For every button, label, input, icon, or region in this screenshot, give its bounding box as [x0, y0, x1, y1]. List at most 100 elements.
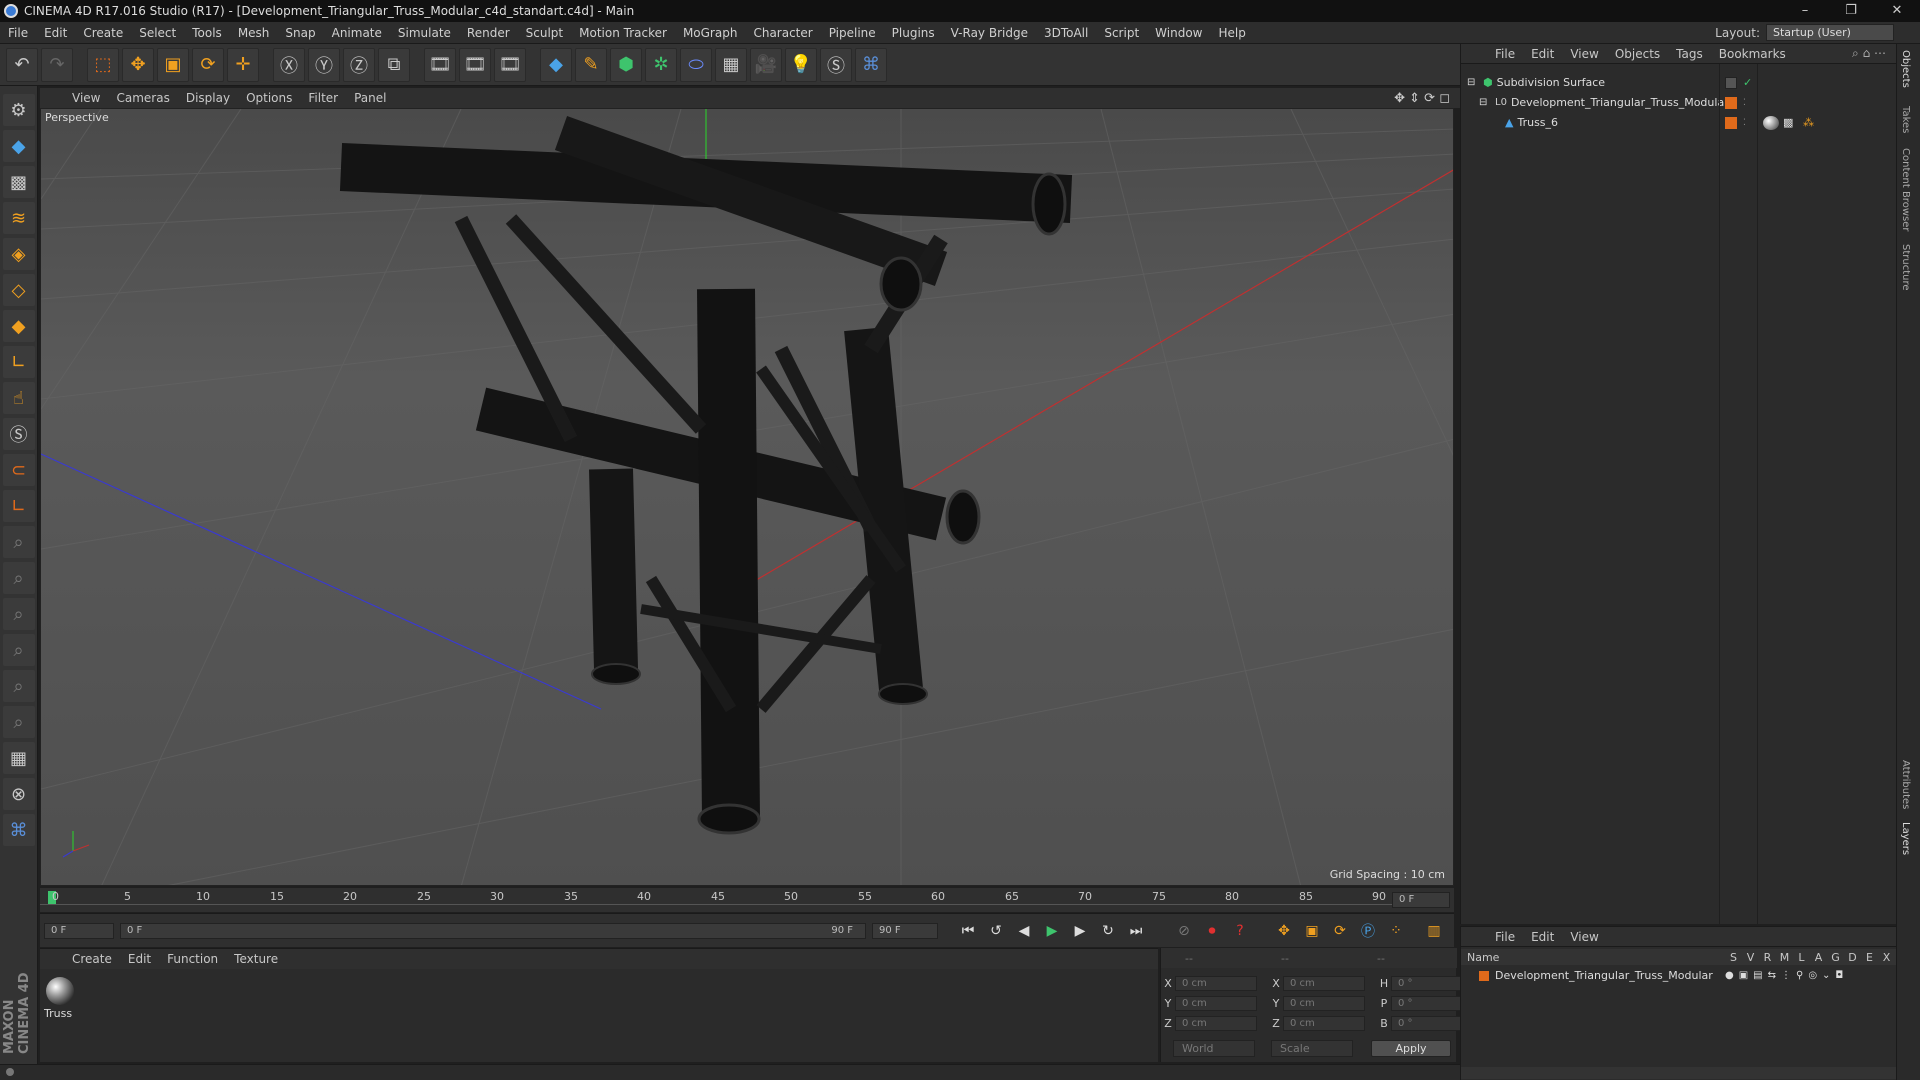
- object-row-subdivision-surface[interactable]: ⊟ ⬢ Subdivision Surface ✓: [1461, 74, 1897, 91]
- snap-icon[interactable]: Ⓢ: [2, 418, 35, 450]
- brush-4-icon[interactable]: ⌕: [2, 634, 35, 666]
- viewport-navigation-icons[interactable]: ✥ ⇕ ⟳ ◻: [1394, 91, 1450, 106]
- undo-icon[interactable]: ↶: [6, 47, 38, 82]
- lock-workplane-icon[interactable]: ⊗: [2, 778, 35, 810]
- rotate-icon[interactable]: ⟳: [192, 47, 224, 82]
- visibility-dots-icon[interactable]: ⁚: [1743, 118, 1746, 128]
- edges-mode-icon[interactable]: ◇: [2, 274, 35, 306]
- object-menu-edit[interactable]: Edit: [1523, 47, 1562, 61]
- subdivision-icon[interactable]: ⬢: [610, 47, 642, 82]
- layer-color-icon[interactable]: [1479, 970, 1489, 981]
- menu-edit[interactable]: Edit: [36, 26, 75, 40]
- camera-icon[interactable]: 🎥: [750, 47, 782, 82]
- end-frame-field[interactable]: 90 F: [872, 922, 938, 939]
- object-menu-file[interactable]: File: [1487, 47, 1523, 61]
- next-frame-icon[interactable]: ▶: [1069, 920, 1091, 942]
- brush-2-icon[interactable]: ⌕: [2, 562, 35, 594]
- close-button[interactable]: ✕: [1874, 0, 1920, 22]
- position-x-field[interactable]: 0 cm: [1175, 975, 1257, 991]
- apply-button[interactable]: Apply: [1371, 1040, 1451, 1057]
- y-axis-icon[interactable]: Ⓨ: [308, 47, 340, 82]
- cube-icon[interactable]: ◆: [540, 47, 572, 82]
- tab-objects[interactable]: Objects: [1900, 50, 1911, 88]
- key-position-icon[interactable]: ✥: [1273, 920, 1295, 942]
- collapse-icon[interactable]: ⊟: [1467, 77, 1479, 88]
- timeline-ruler[interactable]: 0 5 10 15 20 25 30 35 40 45 50 55 60 65 …: [40, 888, 1454, 912]
- go-to-start-icon[interactable]: ⏮: [957, 920, 979, 942]
- menu-simulate[interactable]: Simulate: [390, 26, 459, 40]
- object-row-truss-null[interactable]: ⊟ L0 Development_Triangular_Truss_Modula…: [1461, 94, 1897, 111]
- material-menu-create[interactable]: Create: [64, 952, 120, 966]
- light-icon[interactable]: 💡: [785, 47, 817, 82]
- layer-row[interactable]: Development_Triangular_Truss_Modular ●▣▤…: [1461, 967, 1897, 984]
- tab-takes[interactable]: Takes: [1900, 106, 1911, 133]
- frame-range-slider[interactable]: 0 F 90 F: [120, 922, 866, 939]
- collapse-icon[interactable]: ⊟: [1479, 97, 1491, 108]
- menu-plugins[interactable]: Plugins: [884, 26, 943, 40]
- render-picture-viewer-icon[interactable]: 🎞: [459, 47, 491, 82]
- menu-render[interactable]: Render: [459, 26, 518, 40]
- tweak-icon[interactable]: ☝: [2, 382, 35, 414]
- floor-icon[interactable]: ▦: [715, 47, 747, 82]
- object-name[interactable]: Subdivision Surface: [1497, 76, 1605, 89]
- object-name[interactable]: Development_Triangular_Truss_Modular: [1511, 96, 1729, 109]
- coordinate-system-icon[interactable]: ⧉: [378, 47, 410, 82]
- polygons-mode-icon[interactable]: ◆: [2, 310, 35, 342]
- redo-icon[interactable]: ↷: [41, 47, 73, 82]
- menu-script[interactable]: Script: [1096, 26, 1147, 40]
- tab-content-browser[interactable]: Content Browser: [1900, 148, 1911, 231]
- enabled-check-icon[interactable]: ✓: [1743, 76, 1752, 89]
- layer-menu-file[interactable]: File: [1487, 930, 1523, 944]
- texture-mode-icon[interactable]: ▩: [2, 166, 35, 198]
- next-key-icon[interactable]: ↻: [1097, 920, 1119, 942]
- key-parameter-icon[interactable]: Ⓟ: [1357, 920, 1379, 942]
- material-menu-edit[interactable]: Edit: [120, 952, 159, 966]
- object-menu-objects[interactable]: Objects: [1607, 47, 1668, 61]
- previous-key-icon[interactable]: ↺: [985, 920, 1007, 942]
- workplane-axis-icon[interactable]: ∟: [2, 490, 35, 522]
- minimize-button[interactable]: –: [1782, 0, 1828, 22]
- layer-toggle-icons[interactable]: ●▣▤⇆⋮⚲◎⌄◘: [1725, 970, 1848, 981]
- menu-window[interactable]: Window: [1147, 26, 1210, 40]
- python-icon[interactable]: ⌘: [855, 47, 887, 82]
- object-name[interactable]: Truss_6: [1517, 116, 1558, 129]
- viewport-menu-cameras[interactable]: Cameras: [108, 91, 177, 105]
- viewport-menu-filter[interactable]: Filter: [300, 91, 346, 105]
- material-name[interactable]: Truss: [44, 1007, 72, 1020]
- move-icon[interactable]: ✥: [122, 47, 154, 82]
- size-z-field[interactable]: 0 cm: [1283, 1015, 1365, 1031]
- layer-menu-edit[interactable]: Edit: [1523, 930, 1562, 944]
- brush-5-icon[interactable]: ⌕: [2, 670, 35, 702]
- menu-mograph[interactable]: MoGraph: [675, 26, 746, 40]
- menu-character[interactable]: Character: [745, 26, 820, 40]
- go-to-end-icon[interactable]: ⏭: [1125, 920, 1147, 942]
- menu-file[interactable]: File: [0, 26, 36, 40]
- menu-vray-bridge[interactable]: V-Ray Bridge: [943, 26, 1036, 40]
- layer-name[interactable]: Development_Triangular_Truss_Modular: [1495, 969, 1713, 982]
- start-frame-field[interactable]: 0 F: [44, 922, 114, 939]
- live-selection-icon[interactable]: ⬚: [87, 47, 119, 82]
- menu-snap[interactable]: Snap: [277, 26, 323, 40]
- python-script-icon[interactable]: ⌘: [2, 814, 35, 846]
- layout-select[interactable]: Startup (User): [1766, 24, 1894, 41]
- model-mode-icon[interactable]: ◆: [2, 130, 35, 162]
- object-menu-view[interactable]: View: [1562, 47, 1606, 61]
- deformer-icon[interactable]: ⬭: [680, 47, 712, 82]
- viewport-menu-display[interactable]: Display: [178, 91, 238, 105]
- material-preview-ball[interactable]: [46, 977, 74, 1005]
- viewport-camera-label[interactable]: Perspective: [45, 111, 109, 124]
- vray-icon[interactable]: Ⓢ: [820, 47, 852, 82]
- z-axis-icon[interactable]: Ⓩ: [343, 47, 375, 82]
- scale-mode-select[interactable]: Scale: [1271, 1040, 1353, 1057]
- render-settings-icon[interactable]: 🎞: [494, 47, 526, 82]
- tab-structure[interactable]: Structure: [1900, 244, 1911, 291]
- object-menu-tags[interactable]: Tags: [1668, 47, 1711, 61]
- material-tag-icon[interactable]: [1763, 115, 1779, 130]
- render-view-icon[interactable]: 🎞: [424, 47, 456, 82]
- x-axis-icon[interactable]: Ⓧ: [273, 47, 305, 82]
- tab-attributes[interactable]: Attributes: [1900, 760, 1911, 809]
- workplane-icon[interactable]: ≋: [2, 202, 35, 234]
- coordinate-space-select[interactable]: World: [1173, 1040, 1255, 1057]
- keyframe-help-icon[interactable]: ?: [1229, 920, 1251, 942]
- texture-tag-icon[interactable]: ▩: [1783, 116, 1793, 129]
